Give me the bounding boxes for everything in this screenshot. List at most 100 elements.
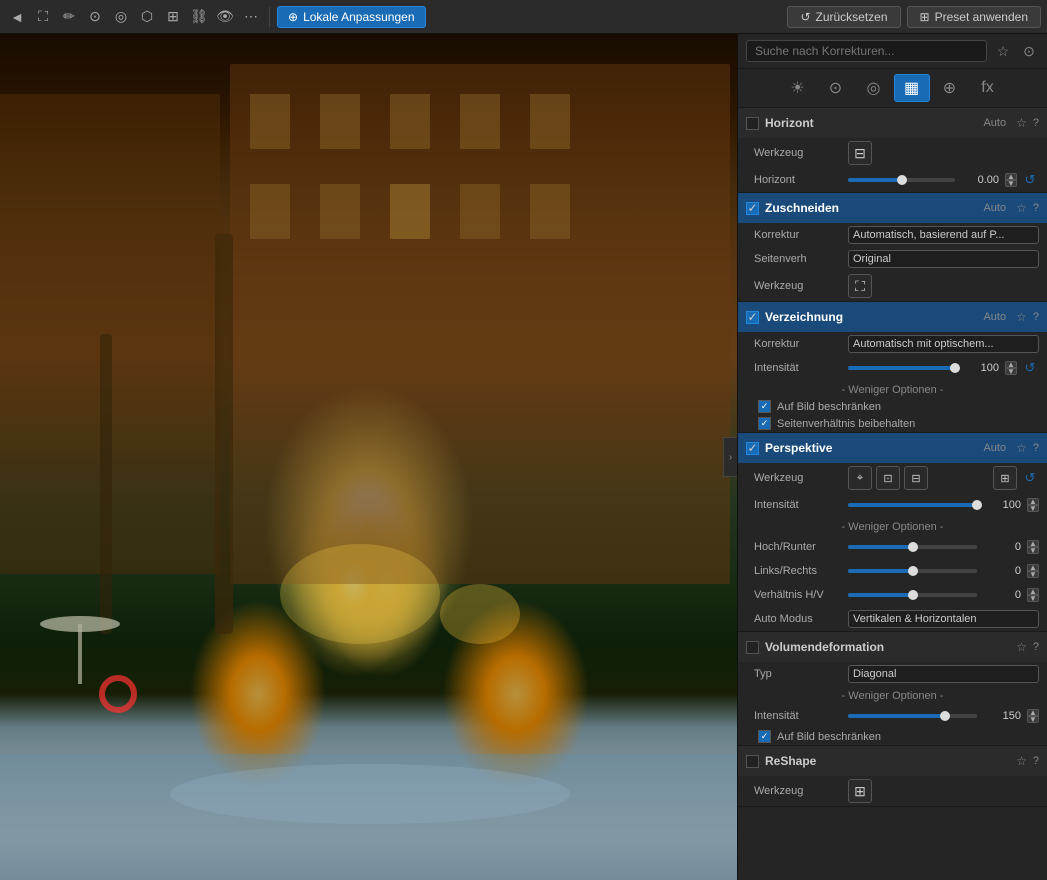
perspektive-stepper[interactable]: ▲ ▼ bbox=[1027, 498, 1039, 512]
volumendeformation-slider[interactable] bbox=[848, 714, 977, 718]
horizont-reset-icon[interactable]: ↺ bbox=[1021, 171, 1039, 189]
zuschneiden-checkbox[interactable]: ✓ bbox=[746, 202, 759, 215]
perspektive-hochrunter-stepper[interactable]: ▲ ▼ bbox=[1027, 540, 1039, 554]
reshape-section-header[interactable]: ReShape ☆ ? bbox=[738, 746, 1047, 776]
preset-button[interactable]: ⊞ Preset anwenden bbox=[907, 6, 1041, 28]
verzeichnung-korrektur-select[interactable]: Automatisch mit optischem... bbox=[848, 335, 1039, 353]
perspektive-linksrechts-value: 0 bbox=[981, 565, 1021, 577]
horizont-stepper[interactable]: ▲ ▼ bbox=[1005, 173, 1017, 187]
toolbar-icon-polygon[interactable]: ⬡ bbox=[136, 6, 158, 28]
verzeichnung-cb2[interactable]: ✓ bbox=[758, 417, 771, 430]
category-sun[interactable]: ☀ bbox=[780, 74, 816, 102]
category-detail[interactable]: ◎ bbox=[856, 74, 892, 102]
category-person[interactable]: ⊙ bbox=[818, 74, 854, 102]
verzeichnung-slider[interactable] bbox=[848, 366, 955, 370]
reshape-checkbox[interactable] bbox=[746, 755, 759, 768]
horizont-werkzeug-icon[interactable]: ⊟ bbox=[848, 141, 872, 165]
verzeichnung-stepper[interactable]: ▲ ▼ bbox=[1005, 361, 1017, 375]
perspektive-hochrunter-thumb[interactable] bbox=[908, 542, 918, 552]
perspektive-verhaeltnis-thumb[interactable] bbox=[908, 590, 918, 600]
volumendeformation-checkbox[interactable] bbox=[746, 641, 759, 654]
volumendeformation-stepper[interactable]: ▲ ▼ bbox=[1027, 709, 1039, 723]
volumendeformation-section-header[interactable]: Volumendeformation ☆ ? bbox=[738, 632, 1047, 662]
perspektive-automodus-select[interactable]: Vertikalen & Horizontalen bbox=[848, 610, 1039, 628]
verzeichnung-star[interactable]: ☆ bbox=[1016, 310, 1027, 324]
toolbar-icon-crop[interactable]: ⛶ bbox=[32, 6, 54, 28]
volumendeformation-slider-fill bbox=[848, 714, 945, 718]
reset-button[interactable]: ↺ Zurücksetzen bbox=[787, 6, 900, 28]
horizont-slider[interactable] bbox=[848, 178, 955, 182]
verzeichnung-decrement[interactable]: ▼ bbox=[1005, 368, 1017, 375]
verzeichnung-cb1[interactable]: ✓ bbox=[758, 400, 771, 413]
volumendeformation-cb1[interactable]: ✓ bbox=[758, 730, 771, 743]
toolbar-icon-brush[interactable]: ✏ bbox=[58, 6, 80, 28]
perspektive-icon2[interactable]: ⊡ bbox=[876, 466, 900, 490]
zuschneiden-werkzeug-icon[interactable]: ⛶ bbox=[848, 274, 872, 298]
volumendeformation-slider-thumb[interactable] bbox=[940, 711, 950, 721]
zuschneiden-seitenverh-select[interactable]: Original bbox=[848, 250, 1039, 268]
toolbar-icon-grid[interactable]: ⊞ bbox=[162, 6, 184, 28]
verzeichnung-reset-icon[interactable]: ↺ bbox=[1021, 359, 1039, 377]
perspektive-title: Perspektive bbox=[765, 441, 977, 455]
zuschneiden-korrektur-select[interactable]: Automatisch, basierend auf P... bbox=[848, 226, 1039, 244]
volumendeformation-less-options[interactable]: - Weniger Optionen - bbox=[738, 686, 1047, 704]
verzeichnung-section-header[interactable]: ✓ Verzeichnung Auto ☆ ? bbox=[738, 302, 1047, 332]
category-options[interactable]: ⊕ bbox=[932, 74, 968, 102]
toolbar-icon-more[interactable]: ⋯ bbox=[240, 6, 262, 28]
panel-collapse-arrow[interactable]: › bbox=[723, 437, 737, 477]
horizont-decrement[interactable]: ▼ bbox=[1005, 180, 1017, 187]
perspektive-help[interactable]: ? bbox=[1033, 442, 1039, 454]
perspektive-linksrechts-stepper[interactable]: ▲ ▼ bbox=[1027, 564, 1039, 578]
reshape-help[interactable]: ? bbox=[1033, 755, 1039, 767]
verzeichnung-slider-thumb[interactable] bbox=[950, 363, 960, 373]
perspektive-icon4[interactable]: ⊞ bbox=[993, 466, 1017, 490]
perspektive-icon1[interactable]: ⌖ bbox=[848, 466, 872, 490]
reshape-werkzeug-icon[interactable]: ⊞ bbox=[848, 779, 872, 803]
category-fx[interactable]: fx bbox=[970, 74, 1006, 102]
volumendeformation-star[interactable]: ☆ bbox=[1016, 640, 1027, 654]
toolbar-icon-eye[interactable]: 👁 bbox=[214, 6, 236, 28]
volumendeformation-typ-select[interactable]: Diagonal bbox=[848, 665, 1039, 683]
perspektive-linksrechts-slider[interactable] bbox=[848, 569, 977, 573]
perspektive-linksrechts-thumb[interactable] bbox=[908, 566, 918, 576]
horizont-slider-thumb[interactable] bbox=[897, 175, 907, 185]
perspektive-verhaeltnis-dec[interactable]: ▼ bbox=[1027, 595, 1039, 602]
toolbar-icon-link[interactable]: ⛓ bbox=[188, 6, 210, 28]
verzeichnung-checkbox[interactable]: ✓ bbox=[746, 311, 759, 324]
perspektive-less-options[interactable]: - Weniger Optionen - bbox=[738, 517, 1047, 535]
perspektive-star[interactable]: ☆ bbox=[1016, 441, 1027, 455]
zuschneiden-star[interactable]: ☆ bbox=[1016, 201, 1027, 215]
perspektive-linksrechts-dec[interactable]: ▼ bbox=[1027, 571, 1039, 578]
volumendeformation-decrement[interactable]: ▼ bbox=[1027, 716, 1039, 723]
toolbar-icon-lasso[interactable]: ⊙ bbox=[84, 6, 106, 28]
perspektive-decrement[interactable]: ▼ bbox=[1027, 505, 1039, 512]
toolbar-icon-radial[interactable]: ◎ bbox=[110, 6, 132, 28]
category-geometry[interactable]: ▦ bbox=[894, 74, 930, 102]
horizont-checkbox[interactable] bbox=[746, 117, 759, 130]
local-adjustments-button[interactable]: ⊕ Lokale Anpassungen bbox=[277, 6, 426, 28]
perspektive-icon3[interactable]: ⊟ bbox=[904, 466, 928, 490]
verzeichnung-less-options[interactable]: - Weniger Optionen - bbox=[738, 380, 1047, 398]
zuschneiden-help[interactable]: ? bbox=[1033, 202, 1039, 214]
horizont-help[interactable]: ? bbox=[1033, 117, 1039, 129]
perspektive-slider-thumb[interactable] bbox=[972, 500, 982, 510]
search-input[interactable] bbox=[746, 40, 987, 62]
horizont-star[interactable]: ☆ bbox=[1016, 116, 1027, 130]
toolbar-icon-arrow[interactable]: ◄ bbox=[6, 6, 28, 28]
perspektive-slider[interactable] bbox=[848, 503, 977, 507]
perspektive-section-header[interactable]: ✓ Perspektive Auto ☆ ? bbox=[738, 433, 1047, 463]
perspektive-checkbox[interactable]: ✓ bbox=[746, 442, 759, 455]
perspektive-hochrunter-dec[interactable]: ▼ bbox=[1027, 547, 1039, 554]
perspektive-verhaeltnis-stepper[interactable]: ▲ ▼ bbox=[1027, 588, 1039, 602]
perspektive-verhaeltnis-slider[interactable] bbox=[848, 593, 977, 597]
volumendeformation-help[interactable]: ? bbox=[1033, 641, 1039, 653]
verzeichnung-korrektur-label: Korrektur bbox=[754, 338, 844, 350]
perspektive-reset-icon[interactable]: ↺ bbox=[1021, 469, 1039, 487]
verzeichnung-help[interactable]: ? bbox=[1033, 311, 1039, 323]
horizont-section-header[interactable]: Horizont Auto ☆ ? bbox=[738, 108, 1047, 138]
zuschneiden-section-header[interactable]: ✓ Zuschneiden Auto ☆ ? bbox=[738, 193, 1047, 223]
search-star-button[interactable]: ☆ bbox=[993, 41, 1013, 61]
search-toggle-button[interactable]: ⊙ bbox=[1019, 41, 1039, 61]
perspektive-hochrunter-slider[interactable] bbox=[848, 545, 977, 549]
reshape-star[interactable]: ☆ bbox=[1016, 754, 1027, 768]
